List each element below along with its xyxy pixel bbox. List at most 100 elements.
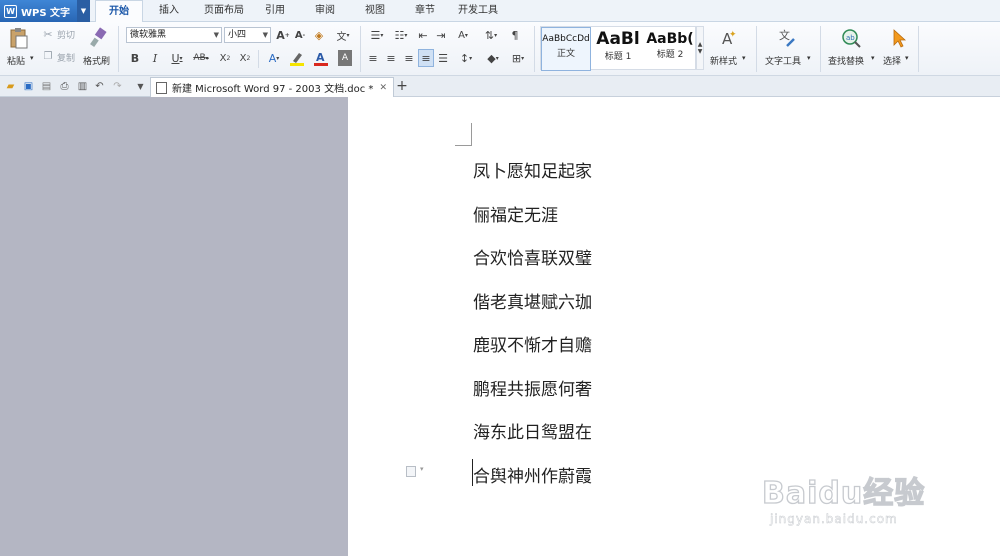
- superscript-icon[interactable]: X2: [218, 50, 232, 66]
- shading-icon[interactable]: ◆ ▾: [482, 50, 504, 66]
- justify-icon[interactable]: ≡: [418, 49, 434, 67]
- style-name: 正文: [556, 49, 575, 59]
- chevron-down-icon[interactable]: ▼: [77, 0, 90, 22]
- shrink-font-icon[interactable]: A-: [293, 27, 307, 43]
- paste-icon: [10, 28, 28, 49]
- align-right-icon[interactable]: ≡: [402, 50, 416, 66]
- phonetic-guide-icon[interactable]: 文 ▾: [332, 27, 354, 43]
- document-icon: [156, 81, 167, 94]
- numbered-list-icon[interactable]: ☷ ▾: [390, 27, 412, 43]
- strikethrough-icon[interactable]: AB ▾: [190, 50, 212, 66]
- clear-format-icon[interactable]: ◈: [312, 27, 326, 43]
- close-icon[interactable]: ✕: [379, 83, 387, 93]
- ribbon: 粘贴 ▾ ✂ 剪切 ❐ 复制 格式刷 微软雅黑 ▼ 小四 ▼ A + A- ◈ 文 ▾ …: [0, 22, 1000, 76]
- paragraph-mark-icon[interactable]: ¶: [508, 27, 522, 43]
- new-tab-button[interactable]: +: [395, 78, 409, 94]
- document-line[interactable]: 合欢恰喜联双璧: [473, 244, 592, 269]
- style-preview: AaBb(: [646, 31, 694, 47]
- open-folder-icon[interactable]: ▰: [4, 80, 17, 93]
- increase-indent-icon[interactable]: ⇥: [434, 27, 448, 43]
- menu-bar: W WPS 文字 ▼ 开始 插入 页面布局 引用 审阅 视图 章节 开发工具: [0, 0, 1000, 23]
- tab-insert[interactable]: 插入: [150, 0, 188, 22]
- tab-chapter[interactable]: 章节: [408, 0, 442, 22]
- app-name: WPS 文字: [21, 7, 71, 19]
- paste-button[interactable]: [8, 26, 30, 50]
- app-menu-button[interactable]: W WPS 文字 ▼: [0, 0, 90, 22]
- save-icon[interactable]: ▣: [22, 80, 35, 93]
- chinese-layout-icon[interactable]: A ▾: [452, 27, 474, 43]
- decrease-indent-icon[interactable]: ⇤: [416, 27, 430, 43]
- document-line[interactable]: 偕老真堪赋六珈: [473, 288, 592, 313]
- sort-icon[interactable]: ⇅ ▾: [480, 27, 502, 43]
- wps-logo-icon: W: [4, 4, 17, 18]
- copy-button[interactable]: 复制: [57, 51, 75, 64]
- workspace-background: [0, 97, 348, 556]
- font-size-select[interactable]: 小四 ▼: [224, 27, 271, 43]
- print-icon[interactable]: ⎙: [58, 80, 71, 93]
- style-normal[interactable]: AaBbCcDd 正文: [541, 27, 591, 71]
- font-size-value: 小四: [228, 30, 247, 40]
- align-left-icon[interactable]: ≡: [366, 50, 380, 66]
- cut-button[interactable]: 剪切: [57, 28, 75, 41]
- distribute-icon[interactable]: ☰: [436, 50, 450, 66]
- document-line[interactable]: 海东此日鸳盟在: [473, 418, 592, 443]
- chevron-down-icon[interactable]: ▼: [134, 80, 147, 93]
- style-heading-1[interactable]: AaBl 标题 1: [592, 27, 644, 71]
- char-shading-icon[interactable]: A: [338, 50, 352, 66]
- tab-developer[interactable]: 开发工具: [452, 0, 504, 22]
- margin-corner-mark: [455, 145, 472, 146]
- underline-icon[interactable]: U ▾: [168, 50, 186, 66]
- style-preview: AaBbCcDd: [542, 34, 590, 44]
- undo-icon[interactable]: ↶: [93, 80, 106, 93]
- document-line[interactable]: 凤卜愿知足起家: [473, 157, 592, 182]
- new-style-button[interactable]: A ✦: [718, 27, 740, 49]
- tab-review[interactable]: 审阅: [308, 0, 342, 22]
- subscript-icon[interactable]: X2: [238, 50, 252, 66]
- chevron-down-icon[interactable]: ▾: [742, 54, 746, 62]
- style-heading-2[interactable]: AaBb( 标题 2: [644, 27, 696, 71]
- tab-home[interactable]: 开始: [95, 0, 143, 23]
- grow-font-icon[interactable]: A +: [276, 27, 290, 43]
- chevron-down-icon[interactable]: ▾: [905, 54, 909, 62]
- format-painter-label: 格式刷: [83, 57, 111, 67]
- text-effect-icon[interactable]: A ▾: [264, 50, 284, 66]
- font-name-select[interactable]: 微软雅黑 ▼: [126, 27, 222, 43]
- export-pdf-icon[interactable]: ▤: [40, 80, 53, 93]
- watermark-brand: Baidu经验: [761, 475, 926, 511]
- highlight-pen-icon: [290, 52, 304, 66]
- chevron-down-icon[interactable]: ▾: [871, 54, 875, 62]
- print-preview-icon[interactable]: ▥: [76, 80, 89, 93]
- document-line[interactable]: 合舆神州作蔚霞: [473, 462, 592, 487]
- italic-icon[interactable]: I: [148, 50, 162, 66]
- text-tools-button[interactable]: 文: [776, 27, 798, 49]
- watermark-url: jingyan.baidu.com: [770, 512, 898, 527]
- redo-icon[interactable]: ↷: [111, 80, 124, 93]
- chevron-down-icon[interactable]: ▾: [807, 54, 811, 62]
- svg-text:✦: ✦: [729, 30, 737, 40]
- highlight-button[interactable]: [287, 49, 309, 67]
- font-color-button[interactable]: A: [311, 49, 333, 67]
- find-replace-button[interactable]: ab: [840, 27, 862, 49]
- tab-page-layout[interactable]: 页面布局: [196, 0, 252, 22]
- styles-scroll[interactable]: ▲ ▼: [696, 26, 704, 70]
- format-painter-button[interactable]: [87, 26, 109, 48]
- select-button[interactable]: [890, 27, 908, 49]
- line-spacing-icon[interactable]: ↕ ▾: [456, 50, 476, 66]
- cursor-arrow-icon: [893, 29, 907, 48]
- document-line[interactable]: 鹿驭不惭才自赡: [473, 331, 592, 356]
- bullet-list-icon[interactable]: ☰ ▾: [366, 27, 388, 43]
- document-line[interactable]: 俪福定无涯: [473, 201, 558, 226]
- new-style-icon: A✦: [722, 30, 737, 48]
- tab-references[interactable]: 引用: [258, 0, 292, 22]
- bold-icon[interactable]: B: [128, 50, 142, 66]
- chevron-down-icon[interactable]: ▾: [30, 54, 34, 62]
- border-icon[interactable]: ⊞ ▾: [508, 50, 528, 66]
- tab-view[interactable]: 视图: [358, 0, 392, 22]
- document-tab-title: 新建 Microsoft Word 97 - 2003 文档.doc *: [172, 84, 374, 95]
- chevron-down-icon[interactable]: ▾: [420, 465, 424, 473]
- style-preview: AaBl: [596, 29, 640, 49]
- document-tab[interactable]: 新建 Microsoft Word 97 - 2003 文档.doc * ✕: [150, 77, 394, 97]
- document-line[interactable]: 鹏程共振愿何奢: [473, 375, 592, 400]
- align-center-icon[interactable]: ≡: [384, 50, 398, 66]
- paragraph-layout-icon[interactable]: [406, 466, 416, 477]
